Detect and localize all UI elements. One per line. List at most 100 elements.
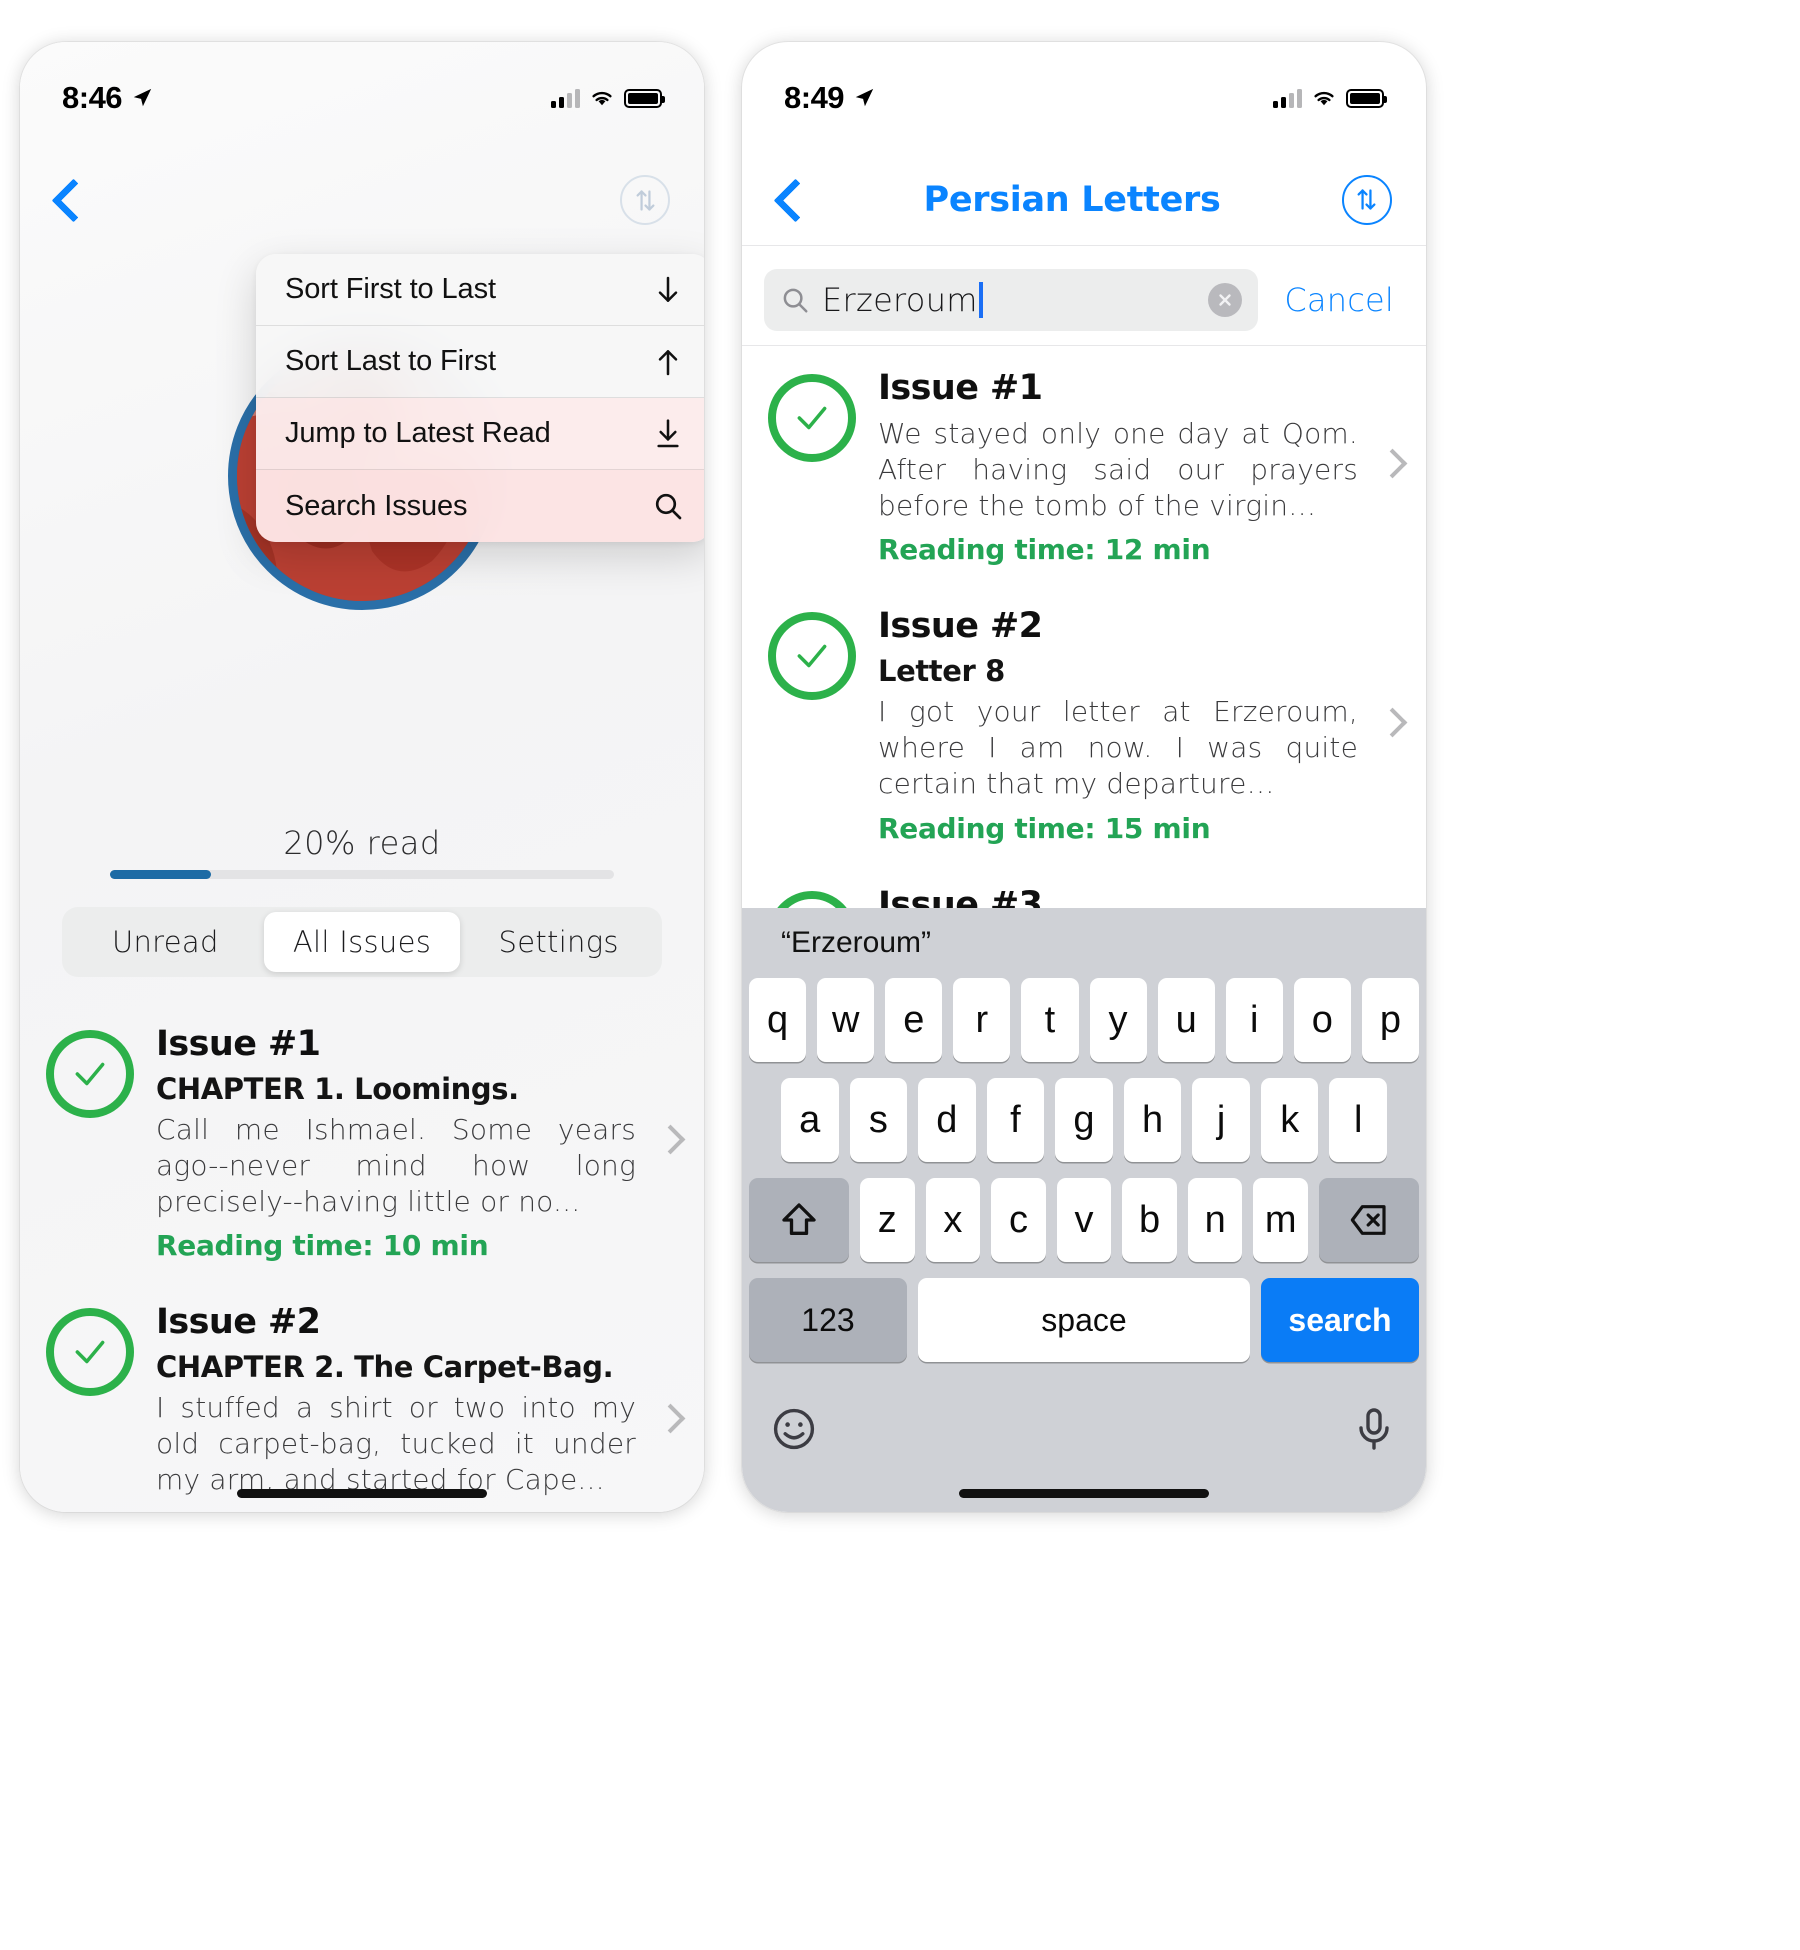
view-segmented-control[interactable]: Unread All Issues Settings: [62, 907, 662, 977]
issue-reading-time: Reading time: 12 min: [156, 1508, 636, 1512]
sort-updown-circle-icon[interactable]: [620, 175, 670, 225]
key-q[interactable]: q: [749, 978, 807, 1062]
cancel-button[interactable]: Cancel: [1274, 281, 1404, 319]
battery-full-icon: [624, 88, 665, 108]
key-a[interactable]: a: [780, 1078, 839, 1162]
key-l[interactable]: l: [1329, 1078, 1388, 1162]
cellular-bars-icon: [1273, 88, 1302, 108]
microphone-icon[interactable]: [1350, 1405, 1398, 1453]
key-e[interactable]: e: [885, 978, 943, 1062]
menu-item-sort-first-to-last[interactable]: Sort First to Last: [256, 254, 704, 326]
key-h[interactable]: h: [1123, 1078, 1182, 1162]
key-d[interactable]: d: [918, 1078, 976, 1162]
menu-item-label: Sort First to Last: [285, 273, 496, 305]
menu-item-sort-last-to-first[interactable]: Sort Last to First: [256, 326, 704, 398]
wifi-icon: [592, 91, 612, 106]
key-k[interactable]: k: [1260, 1078, 1319, 1162]
key-x[interactable]: x: [925, 1178, 981, 1262]
search-input[interactable]: Erzeroum: [764, 268, 1259, 331]
back-button[interactable]: [776, 177, 802, 223]
read-check-icon[interactable]: [768, 374, 856, 462]
issue-reading-time: Reading time: 15 min: [878, 811, 1211, 845]
key-c[interactable]: c: [991, 1178, 1046, 1262]
keyboard-bottom-bar: [742, 1378, 1426, 1474]
suggestion-0[interactable]: “Erzeroum”: [742, 926, 970, 960]
emoji-smiley-icon[interactable]: [770, 1405, 818, 1453]
issue-reading-time: Reading time: 12 min: [878, 533, 1211, 567]
backspace-icon[interactable]: [1319, 1178, 1419, 1262]
status-time-text: 8:49: [784, 80, 845, 115]
shift-arrow-icon[interactable]: [749, 1178, 849, 1262]
key-n[interactable]: n: [1187, 1178, 1243, 1262]
status-icons-right: [1273, 88, 1387, 108]
issue-body: Issue #1 CHAPTER 1. Loomings. Call me Is…: [156, 1024, 678, 1262]
key-t[interactable]: t: [1021, 978, 1079, 1062]
back-button[interactable]: [54, 177, 80, 223]
reading-progress-bar: [110, 870, 614, 879]
read-check-icon[interactable]: [46, 1308, 134, 1397]
issue-row[interactable]: Issue #1 CHAPTER 1. Loomings. Call me Is…: [20, 1002, 704, 1280]
status-time-right: 8:49: [784, 80, 875, 116]
left-issue-list: Issue #1 CHAPTER 1. Loomings. Call me Is…: [20, 1002, 704, 1512]
key-v[interactable]: v: [1056, 1178, 1112, 1262]
arrow-up-icon: [652, 344, 684, 380]
keyboard-row-1: qwertyuiop: [749, 978, 1419, 1062]
space-key[interactable]: space: [918, 1278, 1250, 1362]
search-key[interactable]: search: [1261, 1278, 1419, 1362]
issue-subtitle: CHAPTER 1. Loomings.: [156, 1072, 519, 1106]
key-g[interactable]: g: [1055, 1078, 1113, 1162]
keyboard-row-2: asdfghjkl: [749, 1078, 1419, 1162]
issue-row[interactable]: Issue #2 CHAPTER 2. The Carpet-Bag. I st…: [20, 1280, 704, 1512]
issue-body: Issue #2 Letter 8 I got your letter at E…: [878, 606, 1400, 844]
arrow-down-icon: [652, 272, 684, 308]
sort-context-menu[interactable]: Sort First to Last Sort Last to First Ju…: [256, 254, 704, 542]
key-i[interactable]: i: [1225, 978, 1283, 1062]
key-p[interactable]: p: [1361, 978, 1419, 1062]
battery-full-icon: [1346, 88, 1387, 108]
menu-item-jump-to-latest-read[interactable]: Jump to Latest Read: [256, 398, 704, 470]
issue-body: Issue #1 We stayed only one day at Qom. …: [878, 368, 1400, 566]
read-check-icon[interactable]: [768, 612, 856, 701]
issue-subtitle: CHAPTER 2. The Carpet-Bag.: [156, 1350, 614, 1385]
issue-title: Issue #2: [878, 606, 1043, 647]
status-icons-left: [551, 88, 665, 108]
search-bar-row: Erzeroum Cancel: [742, 254, 1426, 346]
keyboard-rows: qwertyuiop asdfghjkl zxcvbnm 123 space s…: [742, 978, 1426, 1362]
arrow-down-to-line-icon: [652, 416, 684, 452]
chevron-right-icon: [660, 1404, 678, 1436]
key-b[interactable]: b: [1122, 1178, 1177, 1262]
issue-row[interactable]: Issue #2 Letter 8 I got your letter at E…: [742, 584, 1426, 862]
segment-all-issues[interactable]: All Issues: [263, 912, 461, 972]
search-input-value[interactable]: Erzeroum: [822, 281, 1196, 319]
key-o[interactable]: o: [1293, 978, 1351, 1062]
chevron-right-icon: [1382, 449, 1400, 481]
chevron-right-icon: [660, 1125, 678, 1157]
page-title: Persian Letters: [923, 179, 1221, 220]
key-m[interactable]: m: [1253, 1178, 1309, 1262]
sort-updown-circle-icon[interactable]: [1341, 174, 1392, 225]
location-arrow-icon: [133, 88, 152, 107]
key-u[interactable]: u: [1157, 978, 1215, 1062]
numbers-key[interactable]: 123: [749, 1278, 907, 1362]
key-f[interactable]: f: [986, 1078, 1045, 1162]
issue-row[interactable]: Issue #1 We stayed only one day at Qom. …: [742, 346, 1426, 584]
segment-unread[interactable]: Unread: [67, 912, 264, 972]
menu-item-search-issues[interactable]: Search Issues: [256, 470, 704, 542]
key-r[interactable]: r: [953, 978, 1011, 1062]
key-s[interactable]: s: [849, 1078, 908, 1162]
menu-item-label: Jump to Latest Read: [285, 417, 551, 449]
key-z[interactable]: z: [860, 1178, 915, 1262]
segment-settings[interactable]: Settings: [460, 912, 657, 972]
text-caret: [978, 281, 983, 318]
issue-snippet: I stuffed a shirt or two into my old car…: [156, 1391, 636, 1497]
search-text: Erzeroum: [822, 280, 978, 319]
key-y[interactable]: y: [1089, 978, 1147, 1062]
read-check-icon[interactable]: [46, 1030, 134, 1118]
magnifier-icon: [652, 488, 684, 524]
left-nav-bar: [20, 154, 704, 246]
clear-circle-icon[interactable]: [1208, 282, 1243, 317]
key-j[interactable]: j: [1192, 1078, 1250, 1162]
menu-item-label: Search Issues: [285, 489, 468, 522]
key-w[interactable]: w: [817, 978, 875, 1062]
issue-snippet: Call me Ishmael. Some years ago--never m…: [156, 1113, 636, 1218]
